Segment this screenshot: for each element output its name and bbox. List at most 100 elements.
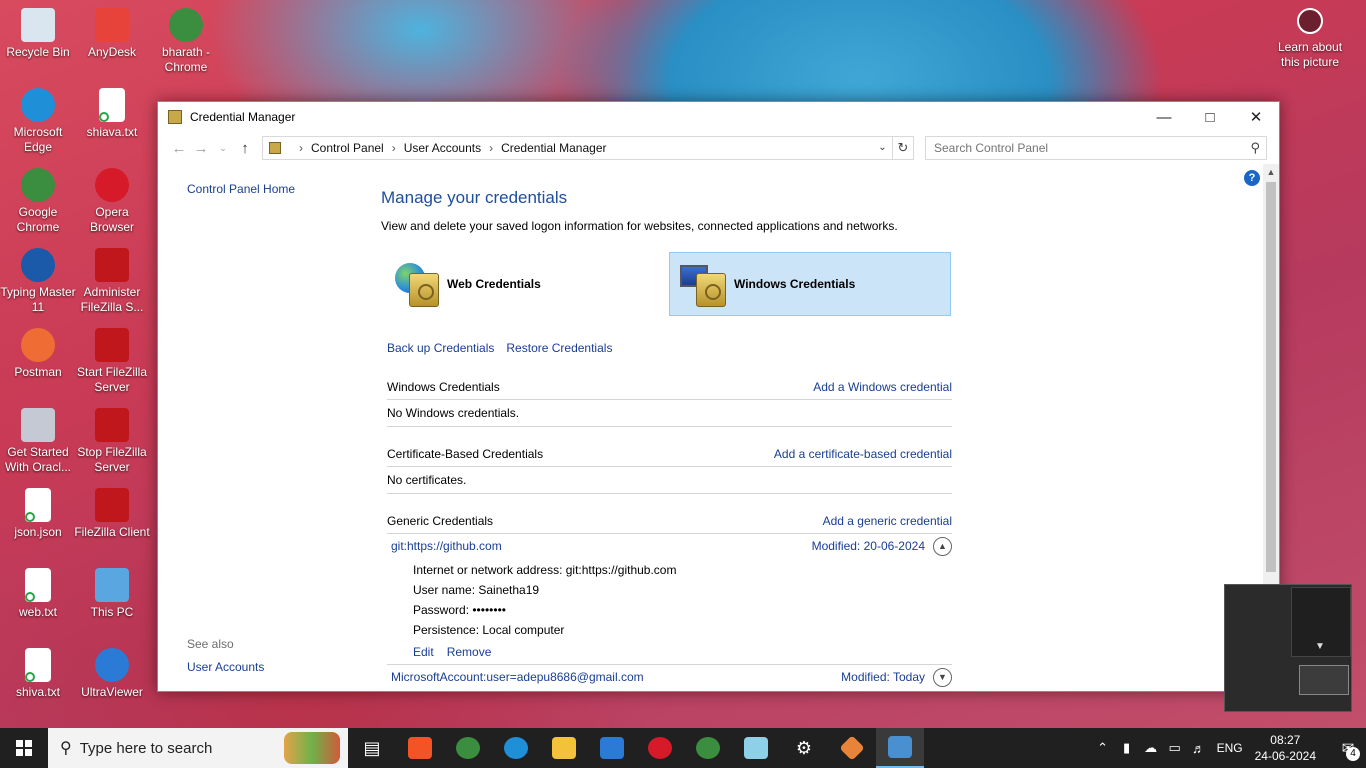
breadcrumb-separator-icon[interactable]: › <box>299 141 303 155</box>
minimize-button[interactable]: — <box>1141 102 1187 132</box>
desktop-icon-web-txt[interactable]: web.txt <box>0 564 76 620</box>
desktop-icon-stop-filezilla[interactable]: Stop FileZilla Server <box>74 404 150 475</box>
search-highlight-icon <box>284 732 340 764</box>
desktop-icon-json[interactable]: json.json <box>0 484 76 540</box>
taskbar-search[interactable]: ⚲ Type here to search <box>48 728 348 768</box>
breadcrumb-separator-icon[interactable]: › <box>392 141 396 155</box>
address-row: ← → ⌄ ↑ › Control Panel › User Accounts … <box>158 132 1279 164</box>
filezilla-icon <box>95 328 129 362</box>
edit-credential-link[interactable]: Edit <box>413 645 434 659</box>
credential-manager-taskbar-icon[interactable] <box>876 728 924 768</box>
chrome-icon[interactable] <box>444 728 492 768</box>
desktop-icon-bharath-chrome[interactable]: bharath - Chrome <box>148 4 224 75</box>
add-certificate-credential-link[interactable]: Add a certificate-based credential <box>774 447 952 461</box>
scroll-up-icon[interactable]: ▲ <box>1263 164 1279 180</box>
windows-logo-icon <box>16 740 32 756</box>
search-box[interactable]: ⚲ <box>925 136 1267 160</box>
scroll-thumb[interactable] <box>1266 182 1276 572</box>
breadcrumb-user-accounts[interactable]: User Accounts <box>404 141 481 155</box>
control-panel-icon <box>269 142 281 154</box>
network-icon[interactable]: ☁ <box>1139 740 1163 756</box>
start-button[interactable] <box>0 728 48 768</box>
backup-credentials-link[interactable]: Back up Credentials <box>387 341 494 355</box>
keyboard-icon[interactable] <box>1299 665 1349 695</box>
chevron-down-icon[interactable]: ▼ <box>1315 641 1325 652</box>
maximize-button[interactable]: □ <box>1187 102 1233 132</box>
mail-icon[interactable] <box>588 728 636 768</box>
add-windows-credential-link[interactable]: Add a Windows credential <box>813 380 952 394</box>
search-icon[interactable]: ⚲ <box>1250 140 1260 156</box>
filezilla-icon <box>95 488 129 522</box>
screen-icon[interactable]: ▭ <box>1163 740 1187 756</box>
desktop-icon-oracle[interactable]: Get Started With Oracl... <box>0 404 76 475</box>
credential-entry-github: git:https://github.com Modified: 20-06-2… <box>387 534 952 689</box>
expand-chevron-icon[interactable]: ▼ <box>933 667 952 687</box>
language-indicator[interactable]: ENG <box>1217 741 1243 755</box>
desktop-icon-anydesk[interactable]: AnyDesk <box>74 4 150 60</box>
battery-icon[interactable]: ▮ <box>1115 740 1139 756</box>
notification-center-icon[interactable]: ✉4 <box>1330 739 1366 761</box>
web-credentials-tile[interactable]: Web Credentials <box>383 252 665 316</box>
address-dropdown-icon[interactable]: ⌄ <box>873 137 893 159</box>
search-input[interactable] <box>934 141 1251 155</box>
section-title: Windows Credentials <box>387 380 500 394</box>
filezilla-icon <box>95 248 129 282</box>
desktop-icon-shiava-txt[interactable]: shiava.txt <box>74 84 150 140</box>
page-description: View and delete your saved logon informa… <box>381 219 898 233</box>
task-view-icon[interactable]: ▤ <box>348 728 396 768</box>
breadcrumb-control-panel[interactable]: Control Panel <box>311 141 384 155</box>
up-arrow-icon[interactable]: ↑ <box>234 140 256 157</box>
microsoft-store-icon[interactable] <box>396 728 444 768</box>
notepad-icon[interactable] <box>732 728 780 768</box>
desktop-icon-administer-filezilla[interactable]: Administer FileZilla S... <box>74 244 150 315</box>
credential-name[interactable]: git:https://github.com <box>391 539 812 553</box>
credential-row[interactable]: git:https://github.com Modified: 20-06-2… <box>387 534 952 558</box>
add-generic-credential-link[interactable]: Add a generic credential <box>823 514 952 528</box>
desktop-icon-typing-master[interactable]: Typing Master 11 <box>0 244 76 315</box>
credential-name[interactable]: MicrosoftAccount:user=adepu8686@gmail.co… <box>391 670 841 684</box>
opera-icon <box>95 168 129 202</box>
notification-count: 4 <box>1346 747 1360 761</box>
desktop-icon-shiva-txt[interactable]: shiva.txt <box>0 644 76 700</box>
user-accounts-link[interactable]: User Accounts <box>187 660 264 674</box>
opera-icon[interactable] <box>636 728 684 768</box>
show-hidden-icons-chevron-icon[interactable]: ⌃ <box>1091 740 1115 756</box>
address-bar[interactable]: › Control Panel › User Accounts › Creden… <box>262 136 914 160</box>
collapse-chevron-icon[interactable]: ▲ <box>933 536 952 556</box>
desktop-icon-filezilla-client[interactable]: FileZilla Client <box>74 484 150 540</box>
remove-credential-link[interactable]: Remove <box>447 645 492 659</box>
desktop-icon-ultraviewer[interactable]: UltraViewer <box>74 644 150 700</box>
chrome-profile-icon[interactable] <box>684 728 732 768</box>
credential-row[interactable]: MicrosoftAccount:user=adepu8686@gmail.co… <box>387 665 952 689</box>
volume-icon[interactable]: ♬ <box>1187 741 1211 756</box>
edge-icon <box>21 88 55 122</box>
breadcrumb-credential-manager[interactable]: Credential Manager <box>501 141 606 155</box>
refresh-icon[interactable]: ↻ <box>893 140 913 156</box>
edge-icon[interactable] <box>492 728 540 768</box>
restore-credentials-link[interactable]: Restore Credentials <box>506 341 612 355</box>
recent-chevron-icon[interactable]: ⌄ <box>212 143 234 154</box>
clock[interactable]: 08:27 24-06-2024 <box>1255 732 1316 764</box>
credential-persistence: Persistence: Local computer <box>413 623 565 637</box>
content-area: Control Panel Home See also User Account… <box>158 164 1263 691</box>
taskbar: ⚲ Type here to search ▤ ⚙ ⌃ ▮ ☁ ▭ ♬ ENG … <box>0 728 1366 768</box>
forward-arrow-icon[interactable]: → <box>190 140 212 157</box>
back-arrow-icon[interactable]: ← <box>168 140 190 157</box>
close-button[interactable]: ✕ <box>1233 102 1279 132</box>
taskbar-search-placeholder: Type here to search <box>79 739 213 757</box>
desktop-icon-google-chrome[interactable]: Google Chrome <box>0 164 76 235</box>
control-panel-home-link[interactable]: Control Panel Home <box>187 182 295 196</box>
learn-about-picture[interactable]: Learn about this picture <box>1270 8 1350 70</box>
breadcrumb-separator-icon[interactable]: › <box>489 141 493 155</box>
file-explorer-icon[interactable] <box>540 728 588 768</box>
desktop-icon-edge[interactable]: Microsoft Edge <box>0 84 76 155</box>
desktop-icon-recycle-bin[interactable]: Recycle Bin <box>0 4 76 60</box>
desktop-icon-this-pc[interactable]: This PC <box>74 564 150 620</box>
desktop-icon-opera[interactable]: Opera Browser <box>74 164 150 235</box>
windows-credentials-tile[interactable]: Windows Credentials <box>669 252 951 316</box>
desktop-icon-start-filezilla[interactable]: Start FileZilla Server <box>74 324 150 395</box>
desktop-icon-postman[interactable]: Postman <box>0 324 76 380</box>
git-icon[interactable] <box>828 728 876 768</box>
settings-gear-icon[interactable]: ⚙ <box>780 728 828 768</box>
help-icon[interactable]: ? <box>1244 170 1260 186</box>
